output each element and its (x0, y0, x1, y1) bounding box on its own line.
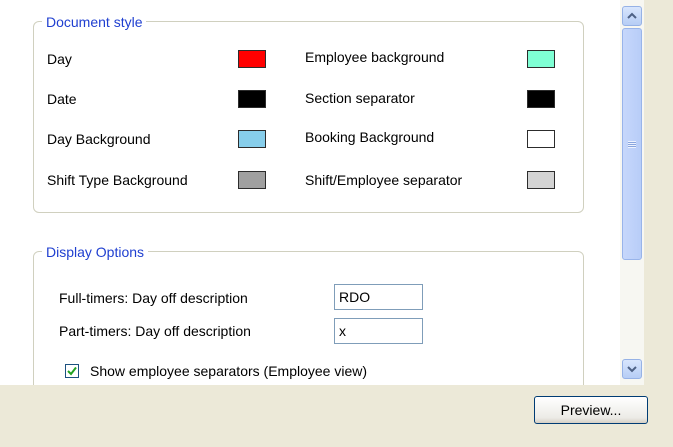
day-background-color-swatch[interactable] (238, 130, 266, 148)
scroll-down-button[interactable] (622, 359, 642, 379)
full-timers-label: Full-timers: Day off description (59, 290, 248, 306)
booking-background-label: Booking Background (305, 129, 435, 145)
employee-background-label: Employee background (305, 49, 445, 65)
day-label: Day (47, 51, 72, 67)
display-options-legend: Display Options (42, 243, 149, 261)
scroll-thumb[interactable] (622, 28, 642, 260)
preview-button[interactable]: Preview... (534, 396, 648, 424)
show-employee-separators-label: Show employee separators (Employee view) (90, 363, 368, 379)
day-background-label: Day Background (47, 131, 151, 147)
employee-background-color-swatch[interactable] (527, 50, 555, 68)
part-timers-label: Part-timers: Day off description (59, 323, 251, 339)
section-separator-color-swatch[interactable] (527, 90, 555, 108)
part-timers-day-off-input[interactable]: x (334, 318, 423, 344)
shift-type-background-label: Shift Type Background (47, 172, 188, 188)
document-style-legend: Document style (42, 13, 147, 31)
date-color-swatch[interactable] (238, 90, 266, 108)
section-separator-label: Section separator (305, 90, 415, 106)
booking-background-color-swatch[interactable] (527, 130, 555, 148)
vertical-scrollbar[interactable] (620, 0, 644, 385)
shift-type-background-color-swatch[interactable] (238, 171, 266, 189)
show-employee-separators-checkbox[interactable] (65, 364, 79, 378)
date-label: Date (47, 91, 77, 107)
scroll-up-arrow-icon (627, 12, 637, 19)
day-color-swatch[interactable] (238, 50, 266, 68)
shift-employee-separator-label: Shift/Employee separator (305, 172, 463, 188)
full-timers-day-off-input[interactable]: RDO (334, 284, 423, 310)
scroll-down-arrow-icon (627, 366, 637, 373)
scroll-up-button[interactable] (622, 6, 642, 26)
checkmark-icon (67, 366, 77, 376)
settings-panel: Document style Day Date Day Background S… (0, 0, 620, 385)
grip-icon (628, 140, 636, 148)
shift-employee-separator-color-swatch[interactable] (527, 171, 555, 189)
